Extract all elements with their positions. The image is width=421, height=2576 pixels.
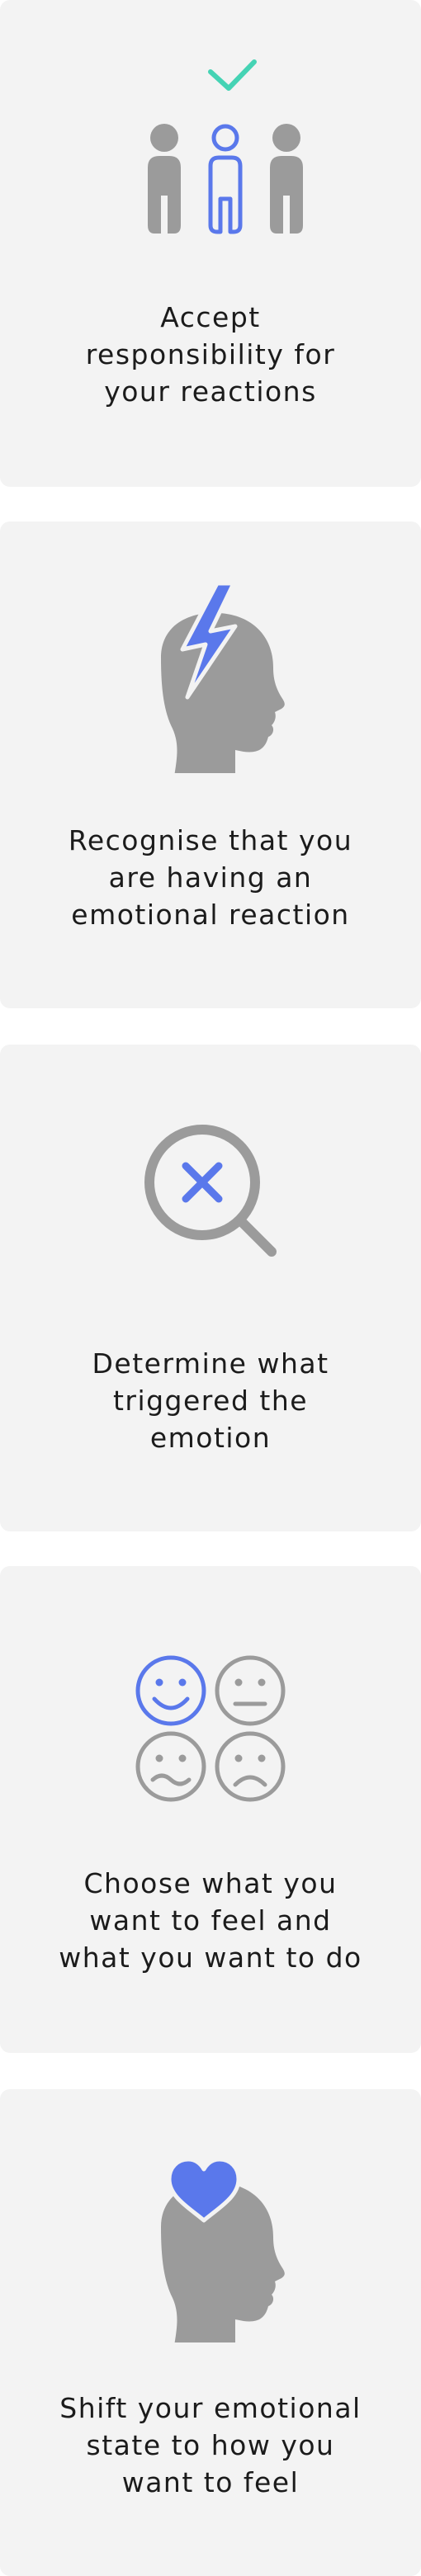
people-with-checkmark-icon	[148, 59, 303, 234]
step-icon-container	[0, 1099, 421, 1297]
step-caption: Choose what you want to feel and what yo…	[25, 1865, 396, 1976]
step-icon-container	[0, 2149, 421, 2347]
step-caption: Determine what triggered the emotion	[25, 1345, 396, 1456]
head-with-heart-icon	[161, 2157, 285, 2342]
step-caption: Accept responsibility for your reactions	[25, 299, 396, 410]
caption-line: Recognise that you	[68, 824, 353, 856]
caption-line: emotion	[149, 1422, 272, 1454]
caption-line: what you want to do	[59, 1941, 362, 1974]
step-card-determine-trigger: Determine what triggered the emotion	[0, 1045, 421, 1531]
step-icon-container	[0, 1621, 421, 1819]
caption-line: want to feel and	[89, 1904, 332, 1937]
step-card-accept-responsibility: Accept responsibility for your reactions	[0, 0, 421, 487]
head-with-lightning-icon	[161, 583, 285, 773]
caption-line: Choose what you	[83, 1867, 338, 1899]
emotion-faces-icon	[135, 1655, 286, 1802]
step-card-shift-state: Shift your emotional state to how you wa…	[0, 2089, 421, 2576]
step-caption: Shift your emotional state to how you wa…	[25, 2390, 396, 2501]
step-icon-container	[0, 579, 421, 777]
caption-line: Determine what	[92, 1347, 329, 1380]
magnifier-with-x-icon	[144, 1125, 277, 1257]
caption-line: are having an	[108, 861, 313, 894]
step-card-choose-feeling: Choose what you want to feel and what yo…	[0, 1566, 421, 2053]
step-icon-container	[0, 50, 421, 248]
caption-line: triggered the	[112, 1385, 309, 1417]
caption-line: your reactions	[104, 375, 317, 408]
caption-line: state to how you	[86, 2429, 335, 2461]
step-caption: Recognise that you are having an emotion…	[25, 822, 396, 933]
caption-line: Accept	[160, 301, 261, 333]
caption-line: want to feel	[121, 2466, 300, 2498]
caption-line: Shift your emotional	[59, 2392, 362, 2424]
caption-line: responsibility for	[85, 338, 336, 370]
step-card-recognise-reaction: Recognise that you are having an emotion…	[0, 521, 421, 1008]
caption-line: emotional reaction	[71, 899, 350, 931]
